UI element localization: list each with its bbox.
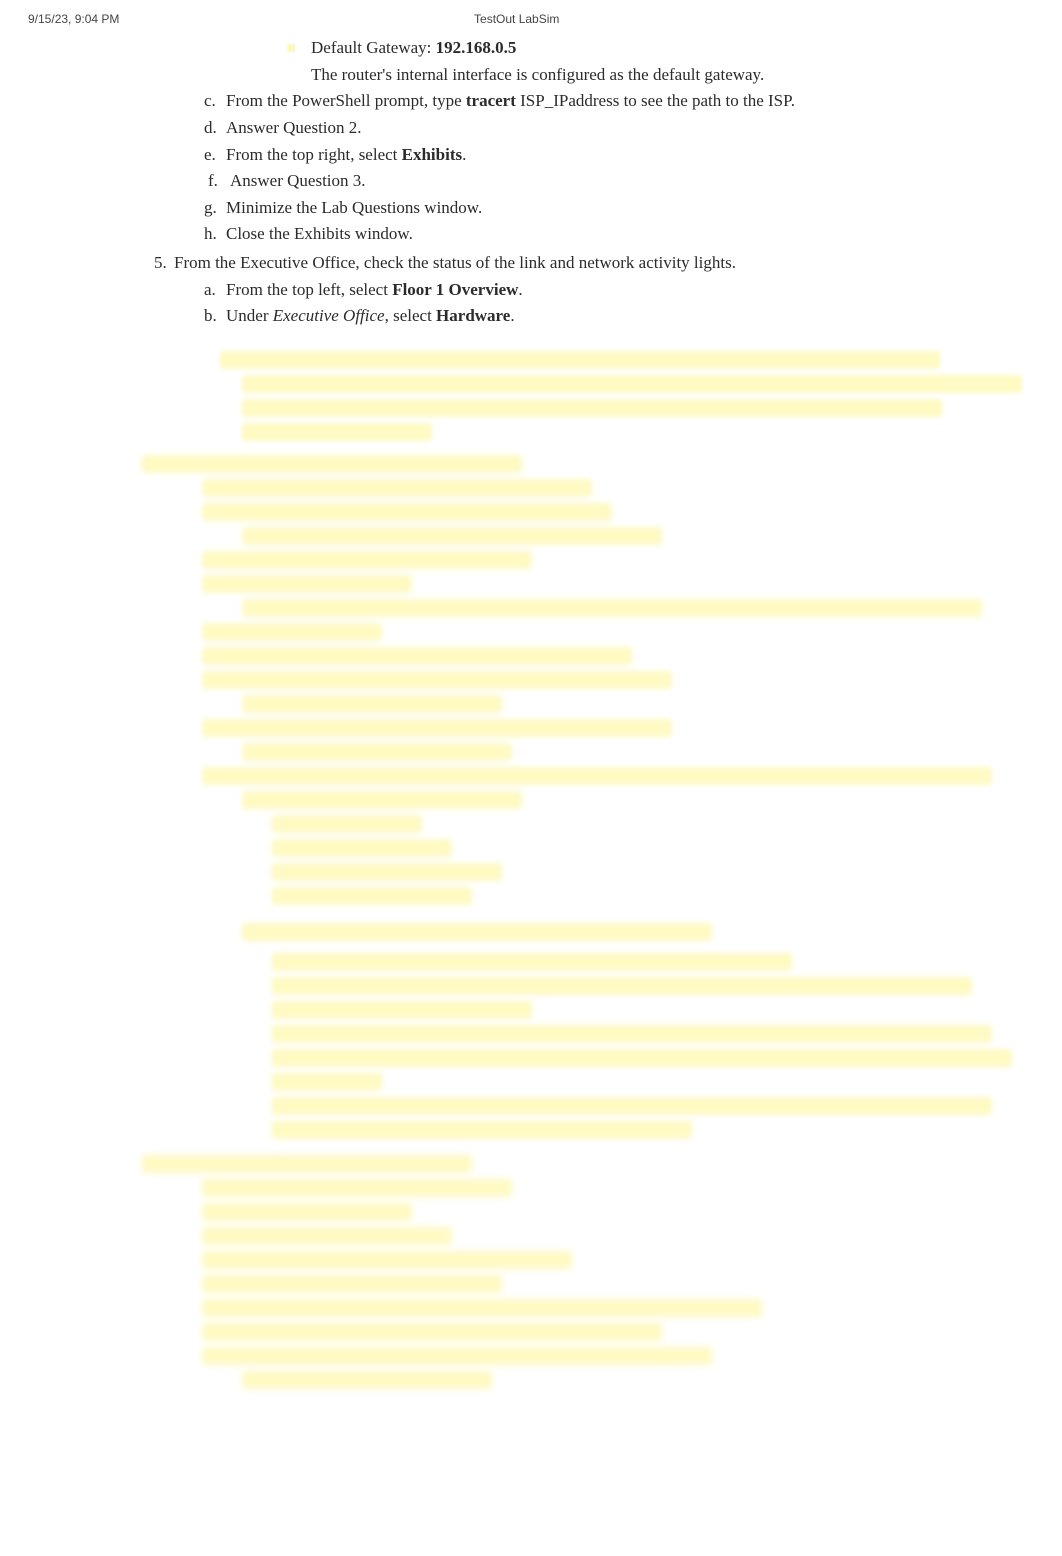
bullet-icon [287,44,295,52]
item-f: f. Answer Question 3. [142,169,982,194]
step-5-sub: a. From the top left, select Floor 1 Ove… [142,278,982,329]
gateway-value: 192.168.0.5 [436,38,517,57]
step-5: 5. From the Executive Office, check the … [142,251,982,276]
item-d: d. Answer Question 2. [142,116,982,141]
document-body: Default Gateway: 192.168.0.5 The router'… [0,30,1062,1389]
header-timestamp: 9/15/23, 9:04 PM [28,12,119,26]
item-e: e. From the top right, select Exhibits. [142,143,982,168]
header-title: TestOut LabSim [119,12,914,26]
bullet-default-gateway: Default Gateway: 192.168.0.5 The router'… [142,36,982,87]
obscured-explanation-block [72,351,1022,1389]
step-5b: b. Under Executive Office, select Hardwa… [204,304,982,329]
item-c: c. From the PowerShell prompt, type trac… [142,89,982,114]
sub-list-c-h: c. From the PowerShell prompt, type trac… [142,89,982,247]
step-5a: a. From the top left, select Floor 1 Ove… [204,278,982,303]
gateway-note: The router's internal interface is confi… [142,63,982,88]
gateway-lead: Default Gateway: [311,38,436,57]
item-g: g. Minimize the Lab Questions window. [142,196,982,221]
item-h: h. Close the Exhibits window. [142,222,982,247]
